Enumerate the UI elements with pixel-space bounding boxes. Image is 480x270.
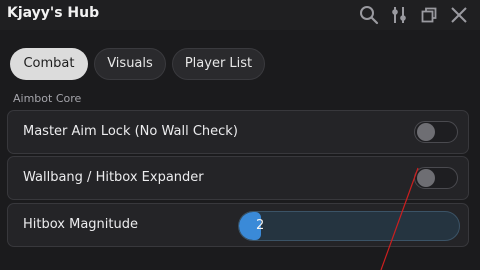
close-icon[interactable] <box>448 4 470 26</box>
restore-icon[interactable] <box>418 4 440 26</box>
master-aim-lock-row: Master Aim Lock (No Wall Check) <box>7 110 469 154</box>
wallbang-row: Wallbang / Hitbox Expander <box>7 156 469 200</box>
search-icon[interactable] <box>358 4 380 26</box>
slider-value: 2 <box>256 218 265 233</box>
tab-player-list[interactable]: Player List <box>172 48 265 80</box>
toggle-knob <box>417 169 435 187</box>
tab-visuals[interactable]: Visuals <box>94 48 166 80</box>
wallbang-toggle[interactable] <box>414 167 458 189</box>
tab-combat[interactable]: Combat <box>10 48 88 80</box>
master-aim-lock-label: Master Aim Lock (No Wall Check) <box>23 124 238 139</box>
hitbox-magnitude-row: Hitbox Magnitude 2 <box>7 203 469 247</box>
sliders-icon[interactable] <box>388 4 410 26</box>
master-aim-lock-toggle[interactable] <box>414 121 458 143</box>
toggle-knob <box>417 123 435 141</box>
window-title: Kjayy's Hub <box>7 5 100 21</box>
wallbang-label: Wallbang / Hitbox Expander <box>23 170 204 185</box>
hitbox-magnitude-label: Hitbox Magnitude <box>23 217 138 232</box>
hitbox-magnitude-slider[interactable]: 2 <box>238 211 460 241</box>
title-bar: Kjayy's Hub <box>0 0 480 30</box>
section-title: Aimbot Core <box>13 92 82 105</box>
